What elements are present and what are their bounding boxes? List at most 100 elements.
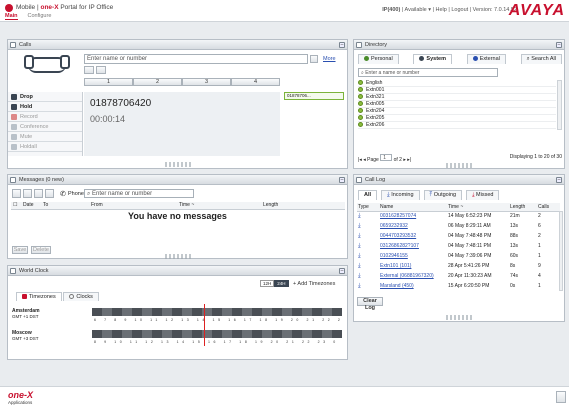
col-length[interactable]: Length bbox=[509, 203, 537, 211]
directory-entry[interactable]: Extn204 bbox=[358, 108, 556, 115]
col-time[interactable]: Time ~ bbox=[447, 203, 509, 211]
nav-main[interactable]: Main bbox=[5, 13, 18, 20]
tab-clocks[interactable]: Clocks bbox=[63, 292, 99, 301]
call-appearance[interactable]: 01878706... bbox=[284, 92, 344, 100]
tab-search-all[interactable]: ⌕ Search All bbox=[520, 54, 562, 64]
stop-button[interactable] bbox=[34, 189, 43, 198]
minimize-icon[interactable]: – bbox=[339, 42, 345, 48]
pause-button[interactable] bbox=[23, 189, 32, 198]
add-timezones-link[interactable]: + Add Timezones bbox=[293, 281, 335, 287]
external-icon bbox=[472, 56, 478, 61]
portal-title: Portal for IP Office bbox=[60, 4, 114, 11]
minimize-icon[interactable]: – bbox=[556, 42, 562, 48]
call-log-row[interactable]: ⤓ Extn101 (101) 28 Apr 5:41:26 PM 8s 9 bbox=[357, 261, 560, 271]
more-link[interactable]: More bbox=[323, 56, 336, 62]
extension-label: IP(400) bbox=[382, 7, 401, 13]
call-log-row[interactable]: ⤓ 0102946155 04 May 7:39:06 PM 60s 1 bbox=[357, 251, 560, 261]
format-12h[interactable]: 12H bbox=[260, 280, 275, 287]
format-24h[interactable]: 24H bbox=[274, 280, 289, 287]
key-2[interactable]: 2 bbox=[133, 78, 182, 86]
message-search-input[interactable]: ⌕ Enter name or number bbox=[84, 189, 194, 198]
col-name[interactable]: Name bbox=[379, 203, 447, 211]
status-dropdown[interactable]: Available bbox=[405, 7, 427, 13]
resize-grip[interactable] bbox=[164, 162, 191, 167]
directory-search-input[interactable]: ⌕ Enter a name or number bbox=[358, 68, 498, 77]
resize-grip[interactable] bbox=[164, 254, 191, 259]
directory-lookup-button[interactable] bbox=[310, 55, 318, 63]
conference-button[interactable]: Conference bbox=[8, 122, 82, 132]
settings-icon[interactable] bbox=[556, 391, 566, 403]
system-icon bbox=[419, 56, 425, 61]
col-to[interactable]: To bbox=[43, 202, 48, 209]
next-page-icon[interactable]: ▸ ▸| bbox=[403, 157, 411, 163]
resize-grip[interactable] bbox=[446, 163, 472, 168]
mobile-icon[interactable] bbox=[5, 4, 13, 12]
empty-messages-text: You have no messages bbox=[128, 211, 227, 221]
tab-timezones[interactable]: Timezones bbox=[16, 292, 62, 301]
dial-input[interactable]: Enter name or number bbox=[84, 54, 308, 64]
mute-button[interactable]: Mute bbox=[8, 132, 82, 142]
current-time-marker[interactable] bbox=[204, 304, 205, 346]
forward-button[interactable] bbox=[45, 189, 54, 198]
directory-entry[interactable]: Extn205 bbox=[358, 115, 556, 122]
col-type[interactable]: Type bbox=[357, 203, 379, 211]
tab-incoming[interactable]: ⤓ Incoming bbox=[381, 190, 420, 200]
call-log-table: Type Name Time ~ Length Calls ⤓ 003162825… bbox=[357, 203, 560, 291]
drop-button[interactable]: Drop bbox=[8, 92, 82, 102]
clear-log-button[interactable]: Clear Log bbox=[357, 297, 383, 311]
call-log-row[interactable]: ⤓ 0312686282?107 04 May 7:48:11 PM 13s 1 bbox=[357, 241, 560, 251]
delete-button[interactable]: Delete bbox=[31, 246, 51, 254]
directory-entry[interactable]: English bbox=[358, 80, 556, 87]
dial-button[interactable] bbox=[84, 66, 94, 74]
minimize-icon[interactable]: – bbox=[339, 177, 345, 183]
hold-button[interactable]: Hold bbox=[8, 102, 82, 112]
call-log-tabs: All ⤓ Incoming ⤒ Outgoing ⤓ Missed bbox=[358, 190, 500, 200]
hour-format-toggle[interactable]: 12H 24H bbox=[260, 280, 289, 287]
key-1[interactable]: 1 bbox=[84, 78, 133, 86]
holdall-button[interactable]: Holdall bbox=[8, 142, 82, 152]
active-call-area: 01878706420 00:00:14 bbox=[84, 92, 280, 156]
directory-scrollbar[interactable] bbox=[557, 80, 562, 130]
select-all-checkbox[interactable]: ☐ bbox=[13, 202, 17, 209]
call-log-scrollbar[interactable] bbox=[559, 211, 563, 291]
col-time[interactable]: Time ~ bbox=[179, 202, 194, 209]
call-log-row[interactable]: ⤓ Marsland (450) 15 Apr 6:20:50 PM 0s 1 bbox=[357, 281, 560, 291]
page-input[interactable]: 1 bbox=[380, 154, 393, 161]
directory-entry[interactable]: Extn001 bbox=[358, 87, 556, 94]
mobile-link[interactable]: Mobile bbox=[16, 4, 35, 11]
minimize-icon[interactable]: – bbox=[339, 268, 345, 274]
tab-system[interactable]: System bbox=[413, 54, 452, 64]
col-length[interactable]: Length bbox=[263, 202, 278, 209]
call-log-row[interactable]: ⤓ External (06881967320) 20 Apr 11:30:23 A… bbox=[357, 271, 560, 281]
directory-entry[interactable]: Extn206 bbox=[358, 122, 556, 129]
logout-link[interactable]: Logout bbox=[451, 7, 468, 13]
tab-personal[interactable]: Personal bbox=[358, 54, 399, 64]
call-log-row[interactable]: ⤓ 0031628257074 14 May 6:52:23 PM 21m 2 bbox=[357, 211, 560, 221]
phone-label: Phone bbox=[68, 191, 84, 197]
call-log-row[interactable]: ⤓ 0659232932 06 May 8:29:11 AM 13s 6 bbox=[357, 221, 560, 231]
record-button[interactable]: Record bbox=[8, 112, 82, 122]
play-button[interactable] bbox=[12, 189, 21, 198]
resize-grip[interactable] bbox=[446, 315, 472, 320]
col-from[interactable]: From bbox=[91, 202, 103, 209]
col-calls[interactable]: Calls bbox=[537, 203, 560, 211]
transfer-button[interactable] bbox=[96, 66, 106, 74]
nav-configure[interactable]: Configure bbox=[28, 13, 52, 19]
tab-all[interactable]: All bbox=[358, 190, 378, 200]
messages-table-header: ☐ Date To From Time ~ Length bbox=[11, 202, 345, 210]
directory-entry[interactable]: Extn005 bbox=[358, 101, 556, 108]
calls-icon bbox=[10, 42, 16, 48]
col-date[interactable]: Date bbox=[23, 202, 34, 209]
directory-entry[interactable]: Extn321 bbox=[358, 94, 556, 101]
tab-outgoing[interactable]: ⤒ Outgoing bbox=[423, 190, 463, 200]
help-link[interactable]: Help bbox=[436, 7, 447, 13]
call-log-row[interactable]: ⤓ 0044703293532 04 May 7:48:48 PM 88s 2 bbox=[357, 231, 560, 241]
tab-external[interactable]: External bbox=[466, 54, 506, 64]
save-button[interactable]: Save bbox=[12, 246, 28, 254]
key-4[interactable]: 4 bbox=[231, 78, 280, 86]
first-page-icon[interactable]: |◂ ◂ bbox=[358, 157, 366, 163]
key-3[interactable]: 3 bbox=[182, 78, 231, 86]
tab-missed[interactable]: ⤓ Missed bbox=[466, 190, 500, 200]
minimize-icon[interactable]: – bbox=[556, 177, 562, 183]
onex-logo: one-X bbox=[8, 390, 34, 400]
